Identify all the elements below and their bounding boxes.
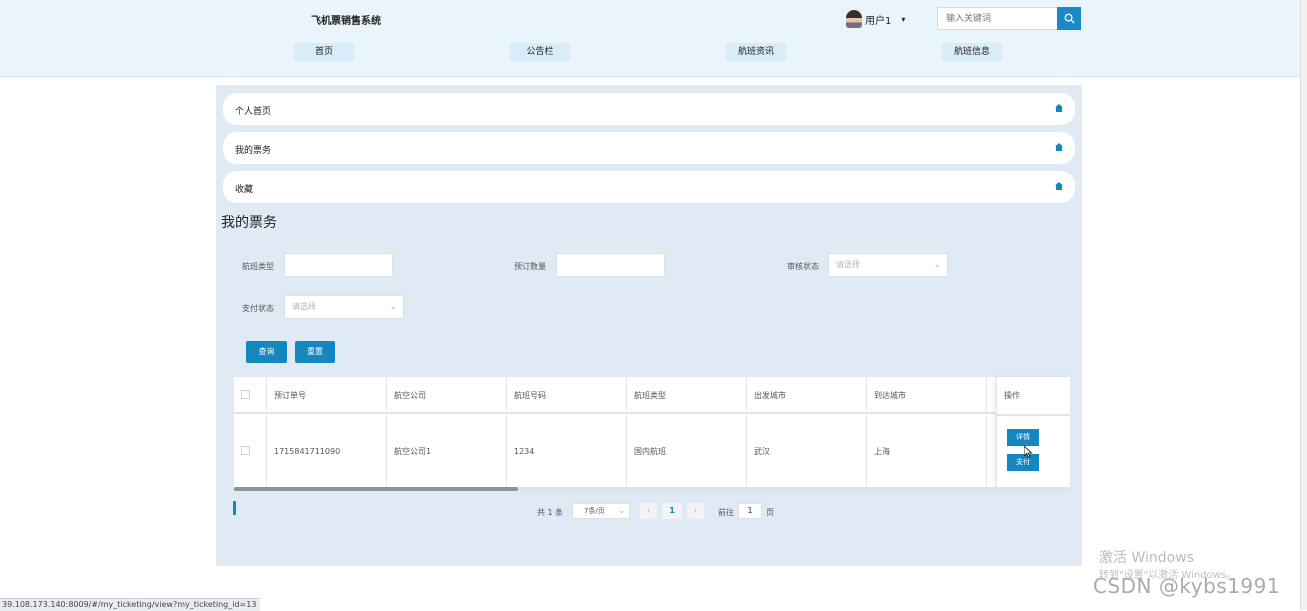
search-input[interactable] (937, 7, 1057, 30)
site-title: 飞机票销售系统 (311, 16, 381, 27)
select-all-checkbox[interactable] (241, 390, 250, 399)
accent-marker (233, 501, 236, 515)
user-menu[interactable]: 用户1 ▾ (846, 9, 905, 29)
pay-status-label: 支付状态 (242, 304, 274, 313)
audit-status-label: 审核状态 (787, 262, 819, 271)
search-button[interactable] (1057, 7, 1081, 30)
order-qty-input[interactable] (556, 253, 665, 277)
column-header: 航空公司 (387, 377, 507, 414)
flight-type-label: 航班类型 (242, 262, 274, 271)
nav-flight-info[interactable]: 航班信息 (942, 43, 1002, 61)
menu-my-tickets[interactable]: 我的票务 (223, 132, 1075, 164)
pagination-total: 共 1 条 (537, 508, 564, 517)
user-name: 用户1 (865, 15, 892, 27)
home-icon (1055, 104, 1063, 112)
column-header: 预订单号 (267, 377, 387, 414)
nav-home[interactable]: 首页 (294, 43, 354, 61)
menu-personal-home[interactable]: 个人首页 (223, 93, 1075, 125)
column-header: 到达城市 (867, 377, 987, 414)
select-all-cell (234, 377, 267, 414)
pay-status-select[interactable]: 请选择 ⌄ (284, 295, 404, 319)
menu-label: 收藏 (235, 185, 254, 195)
goto-page-input[interactable]: 1 (738, 503, 762, 519)
tickets-table: 预订单号 航空公司 航班号码 航班类型 出发城市 到达城市 1715841711… (234, 377, 1070, 487)
page-scrollbar[interactable] (1300, 0, 1307, 610)
column-header: 航班号码 (507, 377, 627, 414)
prev-page-button[interactable]: ‹ (640, 503, 657, 519)
pay-button[interactable]: 支付 (1007, 454, 1039, 471)
page-title: 我的票务 (221, 215, 277, 231)
page-size-value: 7条/页 (584, 507, 605, 515)
order-qty-label: 预订数量 (514, 262, 546, 271)
query-button[interactable]: 查询 (246, 341, 287, 363)
windows-activation-title: 激活 Windows (1099, 550, 1194, 566)
chevron-down-icon: ⌄ (389, 302, 397, 312)
current-page-button[interactable]: 1 (662, 503, 682, 519)
nav-announcements[interactable]: 公告栏 (510, 43, 570, 61)
status-bar-url: 39.108.173.140:8009/#/my_ticketing/view?… (0, 598, 261, 611)
row-select-cell (234, 416, 267, 487)
mouse-cursor-icon (1024, 446, 1033, 458)
action-column-header: 操作 (1004, 391, 1020, 400)
action-column: 操作 详情 支付 (996, 377, 1070, 487)
home-icon (1055, 182, 1063, 190)
reset-button[interactable]: 重置 (295, 341, 335, 363)
home-icon (1055, 143, 1063, 151)
page-size-select[interactable]: 7条/页 ⌄ (572, 503, 630, 519)
next-page-button[interactable]: › (687, 503, 704, 519)
audit-status-select[interactable]: 请选择 ⌄ (828, 253, 948, 277)
search-box (937, 7, 1081, 30)
column-header: 出发城市 (747, 377, 867, 414)
table-cell: 武汉 (747, 416, 867, 487)
csdn-watermark: CSDN @kybs1991 (1093, 574, 1281, 598)
menu-favorites[interactable]: 收藏 (223, 171, 1075, 203)
table-cell: 上海 (867, 416, 987, 487)
flight-type-input[interactable] (284, 253, 393, 277)
table-cell: 国内航班 (627, 416, 747, 487)
main-panel: 个人首页 我的票务 收藏 我的票务 航班类型 预订数量 审核状态 请选择 ⌄ 支… (216, 85, 1082, 566)
chevron-down-icon: ⌄ (618, 506, 625, 515)
page-suffix: 页 (766, 508, 774, 517)
goto-label: 前往 (718, 508, 734, 517)
detail-button[interactable]: 详情 (1007, 429, 1039, 446)
chevron-down-icon: ▾ (901, 14, 906, 24)
select-placeholder: 请选择 (292, 302, 316, 311)
table-cell: 航空公司1 (387, 416, 507, 487)
avatar (846, 10, 862, 28)
table-cell: 1234 (507, 416, 627, 487)
chevron-down-icon: ⌄ (933, 260, 941, 270)
menu-label: 我的票务 (235, 146, 272, 156)
select-placeholder: 请选择 (836, 260, 860, 269)
nav-flight-news[interactable]: 航班资讯 (726, 43, 786, 61)
scrollbar-thumb[interactable] (234, 487, 518, 491)
top-header: 飞机票销售系统 用户1 ▾ 首页 公告栏 航班资讯 航班信息 (0, 0, 1300, 77)
search-icon (1064, 13, 1075, 24)
table-cell: 1715841711090 (267, 416, 387, 487)
menu-label: 个人首页 (235, 107, 272, 117)
header-divider (997, 414, 1070, 416)
row-checkbox[interactable] (241, 446, 250, 455)
horizontal-scrollbar[interactable] (234, 487, 1069, 491)
column-header: 航班类型 (627, 377, 747, 414)
